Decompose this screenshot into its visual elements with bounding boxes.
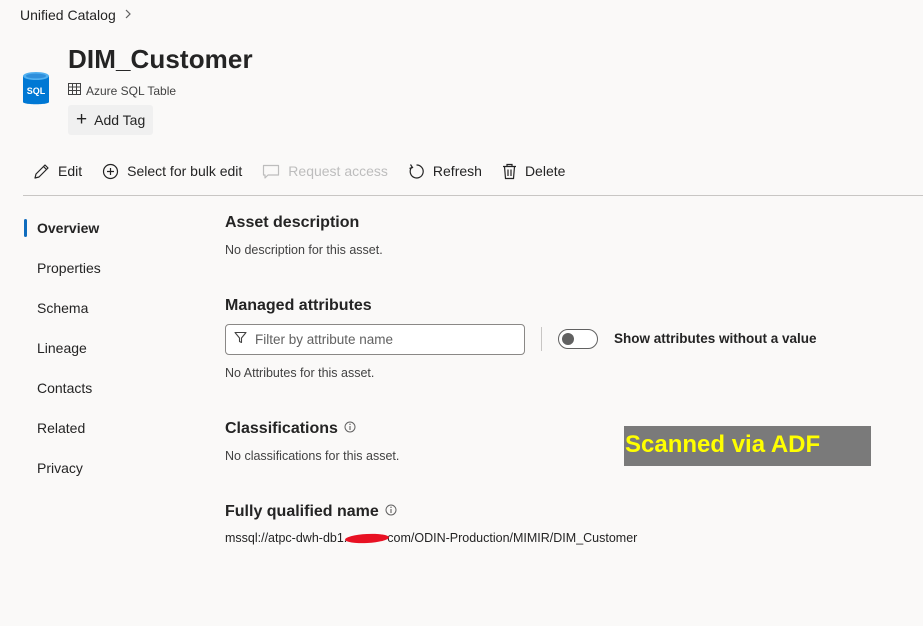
command-toolbar: Edit Select for bulk edit Request access… [33,160,585,182]
refresh-label: Refresh [432,163,482,179]
delete-button[interactable]: Delete [502,163,565,180]
nav-item-schema[interactable]: Schema [24,296,174,336]
redaction-mark [345,533,390,545]
bulk-edit-label: Select for bulk edit [127,163,243,179]
sql-icon-label: SQL [27,86,46,96]
nav-item-lineage[interactable]: Lineage [24,336,174,376]
info-icon[interactable] [344,420,356,438]
annotation-label: Scanned via ADF [624,426,871,466]
pencil-icon [33,163,50,180]
refresh-button[interactable]: Refresh [408,163,482,180]
side-nav: Overview Properties Schema Lineage Conta… [24,216,174,496]
chevron-right-icon [124,8,132,22]
asset-description-text: No description for this asset. [225,243,383,257]
fqn-prefix: mssql://atpc-dwh-db1. [225,531,348,545]
info-icon[interactable] [385,503,397,521]
managed-attributes-empty-text: No Attributes for this asset. [225,366,375,380]
edit-button[interactable]: Edit [33,163,82,180]
toggle-label: Show attributes without a value [614,331,817,346]
plus-icon: + [76,108,88,130]
fully-qualified-name: mssql://atpc-dwh-db1. com/ODIN-Production… [225,531,637,545]
nav-item-privacy[interactable]: Privacy [24,456,174,496]
attribute-filter-field[interactable] [225,324,525,355]
trash-icon [502,163,517,180]
fqn-title: Fully qualified name [225,503,397,521]
asset-description-heading: Asset description [225,214,360,231]
delete-label: Delete [524,163,566,179]
refresh-icon [408,163,425,180]
add-tag-button[interactable]: + Add Tag [68,105,154,135]
breadcrumb-unified-catalog[interactable]: Unified Catalog [20,7,116,23]
nav-item-related[interactable]: Related [24,416,174,456]
comment-icon [262,163,280,180]
add-circle-icon [102,163,119,180]
nav-item-overview[interactable]: Overview [24,216,174,256]
request-access-button[interactable]: Request access [262,163,388,180]
managed-attributes-heading: Managed attributes [225,297,372,314]
show-empty-attributes-toggle[interactable] [558,329,598,349]
asset-type: Azure SQL Table [68,83,176,98]
edit-label: Edit [58,163,83,179]
add-tag-label: Add Tag [94,112,146,128]
toggle-knob [562,333,574,345]
classifications-title: Classifications [225,420,356,438]
classifications-heading: Classifications [225,420,338,437]
managed-attributes-title: Managed attributes [225,297,372,315]
fqn-heading: Fully qualified name [225,503,379,520]
filter-separator [541,327,542,351]
select-bulk-edit-button[interactable]: Select for bulk edit [102,163,242,180]
attribute-filter-input[interactable] [255,332,515,347]
breadcrumb: Unified Catalog [20,7,132,23]
fqn-suffix: com/ODIN-Production/MIMIR/DIM_Customer [387,531,638,545]
toolbar-divider [23,195,923,196]
request-access-label: Request access [288,163,388,179]
asset-type-label: Azure SQL Table [86,83,177,98]
table-icon [68,83,81,98]
nav-item-properties[interactable]: Properties [24,256,174,296]
filter-icon [234,331,247,349]
sql-database-icon: SQL [22,71,50,107]
asset-description-title: Asset description [225,214,359,232]
page-title: DIM_Customer [68,44,253,74]
nav-item-contacts[interactable]: Contacts [24,376,174,416]
classifications-empty-text: No classifications for this asset. [225,449,400,463]
